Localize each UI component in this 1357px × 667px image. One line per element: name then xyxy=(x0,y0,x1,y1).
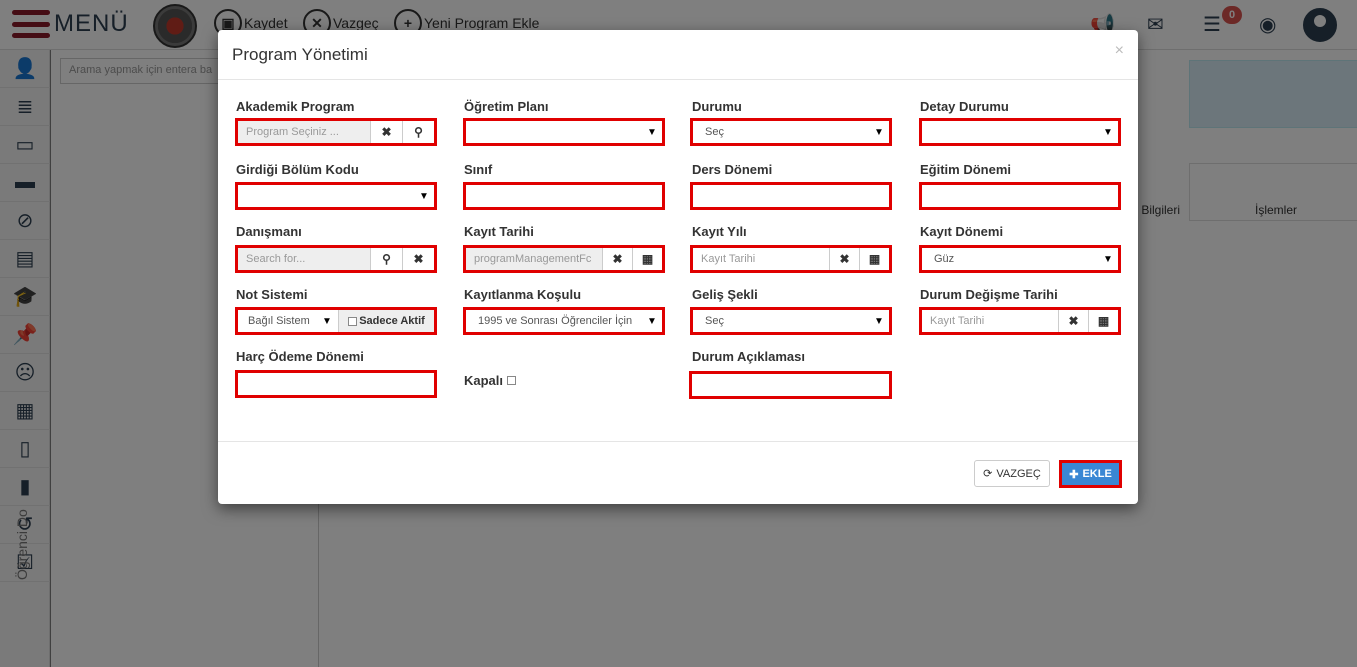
durum-aciklamasi-label: Durum Açıklaması xyxy=(692,349,805,364)
program-management-modal: Program Yönetimi × Akademik Program Prog… xyxy=(218,30,1138,504)
kayit-donemi-select[interactable]: Güz ▼ xyxy=(919,245,1121,273)
harc-odeme-donemi-input[interactable] xyxy=(235,370,437,398)
akademik-program-input[interactable]: Program Seçiniz ... xyxy=(238,121,370,143)
kayitlanma-kosulu-value: 1995 ve Sonrası Öğrenciler İçin xyxy=(478,315,633,327)
kayit-tarihi-label: Kayıt Tarihi xyxy=(464,224,534,239)
ders-donemi-label: Ders Dönemi xyxy=(692,162,773,177)
ekle-label: EKLE xyxy=(1082,468,1112,480)
kayitlanma-kosulu-select[interactable]: 1995 ve Sonrası Öğrenciler İçin ▼ xyxy=(463,307,665,335)
vazgec-button[interactable]: ⟳ VAZGEÇ xyxy=(974,460,1050,487)
harc-odeme-donemi-value xyxy=(238,373,434,395)
modal-header: Program Yönetimi × xyxy=(218,30,1138,80)
durum-degisme-tarihi-input[interactable]: Kayıt Tarihi xyxy=(922,310,1058,332)
not-sistemi-value: Bağıl Sistem xyxy=(248,315,310,327)
plus-icon: ✚ xyxy=(1069,468,1079,481)
gelis-sekli-select[interactable]: Seç ▼ xyxy=(690,307,892,335)
chevron-down-icon: ▼ xyxy=(419,190,429,202)
sadece-aktif-toggle[interactable]: Sadece Aktif xyxy=(339,310,434,332)
kayit-tarihi-input[interactable]: programManagementFc xyxy=(466,248,602,270)
not-sistemi-select[interactable]: Bağıl Sistem ▼ xyxy=(238,310,339,332)
not-sistemi-label: Not Sistemi xyxy=(236,287,308,302)
clear-icon[interactable]: ✖ xyxy=(402,248,434,270)
ogretim-plani-select[interactable]: ▼ xyxy=(463,118,665,146)
ders-donemi-input[interactable] xyxy=(690,182,892,210)
ogretim-plani-label: Öğretim Planı xyxy=(464,99,549,114)
egitim-donemi-value xyxy=(922,185,1118,207)
detay-durumu-label: Detay Durumu xyxy=(920,99,1009,114)
sadece-aktif-checkbox[interactable] xyxy=(348,316,358,326)
clear-icon[interactable]: ✖ xyxy=(829,248,859,270)
sinif-label: Sınıf xyxy=(464,162,493,177)
search-icon[interactable]: ⚲ xyxy=(402,121,434,143)
egitim-donemi-input[interactable] xyxy=(919,182,1121,210)
chevron-down-icon: ▼ xyxy=(1103,253,1113,265)
ogretim-plani-value xyxy=(466,121,642,143)
sinif-input[interactable] xyxy=(463,182,665,210)
chevron-down-icon: ▼ xyxy=(874,126,884,138)
kapali-checkbox[interactable] xyxy=(507,376,517,385)
harc-odeme-donemi-label: Harç Ödeme Dönemi xyxy=(236,349,364,364)
girdigi-bolum-kodu-value xyxy=(238,185,414,207)
search-icon[interactable]: ⚲ xyxy=(370,248,402,270)
modal-title: Program Yönetimi xyxy=(232,45,368,64)
ekle-button[interactable]: ✚ EKLE xyxy=(1059,460,1122,488)
ders-donemi-value xyxy=(693,185,889,207)
kayitlanma-kosulu-label: Kayıtlanma Koşulu xyxy=(464,287,582,302)
not-sistemi-field: Bağıl Sistem ▼ Sadece Aktif xyxy=(235,307,437,335)
sadece-aktif-label: Sadece Aktif xyxy=(359,315,425,327)
kayit-tarihi-field: programManagementFc ✖ ▦ xyxy=(463,245,665,273)
durum-degisme-tarihi-field: Kayıt Tarihi ✖ ▦ xyxy=(919,307,1121,335)
durum-aciklamasi-input[interactable] xyxy=(689,371,892,399)
detay-durumu-select[interactable]: ▼ xyxy=(919,118,1121,146)
kapali-label: Kapalı xyxy=(464,373,504,388)
durumu-value: Seç xyxy=(705,126,724,138)
gelis-sekli-label: Geliş Şekli xyxy=(692,287,758,302)
sinif-value xyxy=(466,185,662,207)
kapali-checkbox-group: Kapalı xyxy=(464,373,518,388)
girdigi-bolum-kodu-label: Girdiği Bölüm Kodu xyxy=(236,162,359,177)
danismani-field: Search for... ⚲ ✖ xyxy=(235,245,437,273)
durum-degisme-tarihi-label: Durum Değişme Tarihi xyxy=(920,287,1058,302)
kayit-yili-field: Kayıt Tarihi ✖ ▦ xyxy=(690,245,892,273)
gelis-sekli-value: Seç xyxy=(705,315,724,327)
chevron-down-icon: ▼ xyxy=(647,126,657,138)
durumu-select[interactable]: Seç ▼ xyxy=(690,118,892,146)
clear-icon[interactable]: ✖ xyxy=(370,121,402,143)
calendar-icon[interactable]: ▦ xyxy=(632,248,662,270)
close-icon[interactable]: × xyxy=(1115,42,1124,60)
chevron-down-icon: ▼ xyxy=(322,315,332,327)
kayit-yili-input[interactable]: Kayıt Tarihi xyxy=(693,248,829,270)
girdigi-bolum-kodu-select[interactable]: ▼ xyxy=(235,182,437,210)
danismani-label: Danışmanı xyxy=(236,224,302,239)
vazgec-label: VAZGEÇ xyxy=(996,467,1041,480)
kayit-donemi-label: Kayıt Dönemi xyxy=(920,224,1004,239)
clear-icon[interactable]: ✖ xyxy=(602,248,632,270)
durumu-label: Durumu xyxy=(692,99,742,114)
akademik-program-field: Program Seçiniz ... ✖ ⚲ xyxy=(235,118,437,146)
kayit-donemi-value: Güz xyxy=(934,253,955,265)
chevron-down-icon: ▼ xyxy=(874,315,884,327)
kayit-yili-label: Kayıt Yılı xyxy=(692,224,747,239)
durum-aciklamasi-value xyxy=(692,374,889,396)
danismani-input[interactable]: Search for... xyxy=(238,248,370,270)
akademik-program-label: Akademik Program xyxy=(236,99,355,114)
calendar-icon[interactable]: ▦ xyxy=(859,248,889,270)
chevron-down-icon: ▼ xyxy=(1103,126,1113,138)
chevron-down-icon: ▼ xyxy=(647,315,657,327)
egitim-donemi-label: Eğitim Dönemi xyxy=(920,162,1012,177)
detay-durumu-value xyxy=(922,121,1098,143)
clear-icon[interactable]: ✖ xyxy=(1058,310,1088,332)
calendar-icon[interactable]: ▦ xyxy=(1088,310,1118,332)
refresh-icon: ⟳ xyxy=(983,468,993,480)
